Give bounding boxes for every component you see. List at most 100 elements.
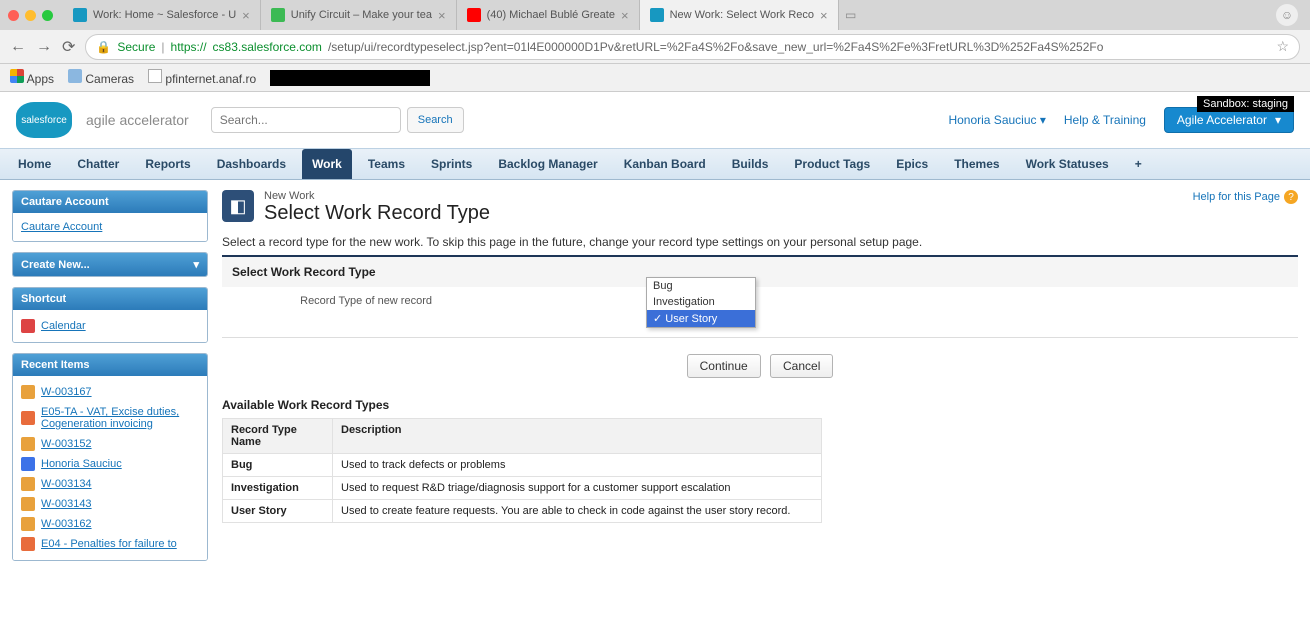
forward-button[interactable]: →: [36, 38, 52, 56]
close-window-icon[interactable]: [8, 10, 19, 21]
record-types-table: Record Type Name Description BugUsed to …: [222, 418, 822, 523]
record-icon: [21, 537, 35, 551]
nav-tab-themes[interactable]: Themes: [944, 149, 1009, 179]
close-tab-icon[interactable]: ×: [621, 8, 629, 23]
help-for-page-link[interactable]: Help for this Page ?: [1193, 190, 1298, 204]
lock-icon: 🔒: [96, 40, 111, 54]
record-icon: [21, 517, 35, 531]
close-tab-icon[interactable]: ×: [438, 8, 446, 23]
table-row: BugUsed to track defects or problems: [223, 454, 822, 477]
nav-tab-product-tags[interactable]: Product Tags: [784, 149, 880, 179]
browser-tab[interactable]: New Work: Select Work Reco ×: [640, 0, 839, 30]
nav-tab-dashboards[interactable]: Dashboards: [207, 149, 296, 179]
nav-tab-reports[interactable]: Reports: [135, 149, 200, 179]
reload-button[interactable]: ⟳: [62, 37, 75, 57]
search-button[interactable]: Search: [407, 107, 464, 133]
secure-label: Secure: [117, 40, 155, 54]
dropdown-option[interactable]: Bug: [647, 278, 755, 294]
redacted-bookmark: [270, 70, 430, 86]
nav-tab-work-statuses[interactable]: Work Statuses: [1016, 149, 1119, 179]
recent-item[interactable]: E04 - Penalties for failure to: [21, 534, 199, 554]
close-tab-icon[interactable]: ×: [242, 8, 250, 23]
favicon-icon: [73, 8, 87, 22]
breadcrumb: New Work: [264, 190, 490, 202]
recent-item[interactable]: W-003143: [21, 494, 199, 514]
tab-title: New Work: Select Work Reco: [670, 9, 814, 21]
record-icon: [21, 437, 35, 451]
new-tab-button[interactable]: ▭: [839, 8, 863, 22]
recent-item[interactable]: E05-TA - VAT, Excise duties, Cogeneratio…: [21, 402, 199, 434]
recent-item[interactable]: W-003162: [21, 514, 199, 534]
omnibox[interactable]: 🔒 Secure | https://cs83.salesforce.com/s…: [85, 34, 1300, 60]
calendar-link[interactable]: Calendar: [41, 318, 86, 334]
nav-tab-teams[interactable]: Teams: [358, 149, 415, 179]
recent-item[interactable]: W-003152: [21, 434, 199, 454]
recent-item-link[interactable]: E05-TA - VAT, Excise duties, Cogeneratio…: [41, 404, 199, 432]
sidebar-search-link[interactable]: Cautare Account: [21, 219, 199, 235]
sidebar-create-new[interactable]: Create New...▾: [12, 252, 208, 277]
nav-tab-epics[interactable]: Epics: [886, 149, 938, 179]
user-menu[interactable]: Honoria Sauciuc: [948, 113, 1045, 127]
browser-profile-icon[interactable]: ☺: [1276, 4, 1298, 26]
window-controls: [8, 10, 53, 21]
recent-item-link[interactable]: W-003167: [41, 384, 92, 400]
record-type-panel: Select Work Record Type Record Type of n…: [222, 255, 1298, 338]
nav-tab-backlog-manager[interactable]: Backlog Manager: [488, 149, 607, 179]
recent-item[interactable]: W-003134: [21, 474, 199, 494]
nav-tab-work[interactable]: Work: [302, 149, 352, 179]
favicon-icon: [467, 8, 481, 22]
available-types-heading: Available Work Record Types: [222, 398, 1298, 412]
col-record-type-name: Record Type Name: [223, 419, 333, 454]
browser-tab[interactable]: (40) Michael Bublé Greate×: [457, 0, 640, 30]
record-type-dropdown[interactable]: BugInvestigationUser Story: [646, 277, 756, 328]
record-type-name: User Story: [223, 500, 333, 523]
maximize-window-icon[interactable]: [42, 10, 53, 21]
sidebar-recent-items: Recent Items W-003167E05-TA - VAT, Excis…: [12, 353, 208, 561]
dropdown-option[interactable]: Investigation: [647, 294, 755, 310]
sidebar: Cautare Account Cautare Account Create N…: [12, 190, 208, 561]
sidebar-create-head[interactable]: Create New...▾: [13, 253, 207, 276]
recent-item-link[interactable]: Honoria Sauciuc: [41, 456, 122, 472]
recent-item-link[interactable]: W-003143: [41, 496, 92, 512]
cancel-button[interactable]: Cancel: [770, 354, 833, 378]
search-input[interactable]: [211, 107, 401, 133]
calendar-icon: [21, 319, 35, 333]
recent-item-link[interactable]: W-003134: [41, 476, 92, 492]
recent-item-link[interactable]: W-003162: [41, 516, 92, 532]
record-icon: [21, 411, 35, 425]
salesforce-logo[interactable]: salesforce: [16, 102, 72, 138]
nav-tab-kanban-board[interactable]: Kanban Board: [614, 149, 716, 179]
close-tab-icon[interactable]: ×: [820, 8, 828, 23]
help-training-link[interactable]: Help & Training: [1064, 113, 1146, 127]
nav-tab-builds[interactable]: Builds: [722, 149, 779, 179]
bookmark-pfinternet[interactable]: pfinternet.anaf.ro: [148, 69, 256, 86]
favicon-icon: [271, 8, 285, 22]
col-description: Description: [333, 419, 822, 454]
bookmark-cameras[interactable]: Cameras: [68, 69, 134, 86]
recent-item[interactable]: W-003167: [21, 382, 199, 402]
apps-button[interactable]: Apps: [10, 69, 54, 86]
recent-item[interactable]: Honoria Sauciuc: [21, 454, 199, 474]
record-icon: [21, 477, 35, 491]
dropdown-option[interactable]: User Story: [647, 310, 755, 327]
record-icon: [21, 385, 35, 399]
recent-item-link[interactable]: E04 - Penalties for failure to: [41, 536, 177, 552]
favicon-icon: [650, 8, 664, 22]
sandbox-badge: Sandbox: staging: [1197, 96, 1294, 112]
browser-tab[interactable]: Work: Home ~ Salesforce - U ×: [63, 0, 261, 30]
nav-more-button[interactable]: +: [1125, 149, 1152, 179]
bookmark-star-icon[interactable]: ☆: [1276, 38, 1289, 55]
nav-tab-home[interactable]: Home: [8, 149, 61, 179]
tab-title: Work: Home ~ Salesforce - U: [93, 9, 236, 21]
back-button[interactable]: ←: [10, 38, 26, 56]
minimize-window-icon[interactable]: [25, 10, 36, 21]
camera-icon: [68, 69, 82, 83]
record-type-name: Investigation: [223, 477, 333, 500]
recent-item-link[interactable]: W-003152: [41, 436, 92, 452]
continue-button[interactable]: Continue: [687, 354, 761, 378]
nav-tab-chatter[interactable]: Chatter: [67, 149, 129, 179]
work-page-icon: ◧: [222, 190, 254, 222]
nav-tab-sprints[interactable]: Sprints: [421, 149, 482, 179]
browser-tab[interactable]: Unify Circuit – Make your tea×: [261, 0, 457, 30]
table-row: InvestigationUsed to request R&D triage/…: [223, 477, 822, 500]
